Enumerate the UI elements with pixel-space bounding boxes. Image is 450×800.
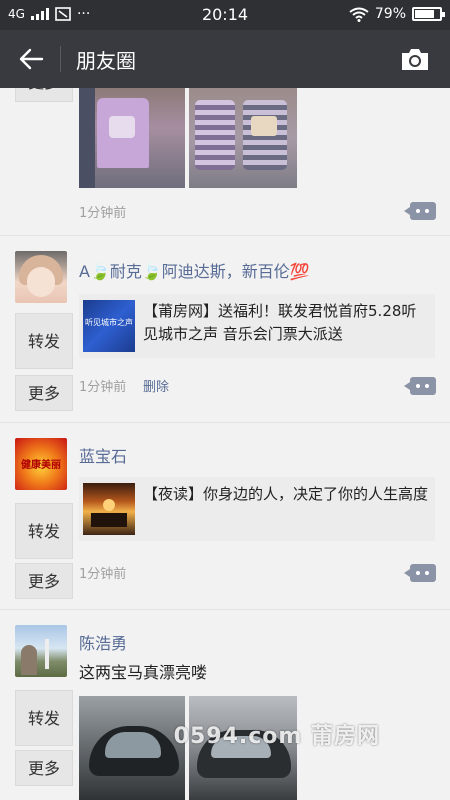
status-right: 79%	[349, 6, 445, 22]
link-thumbnail-text: 听见城市之声	[85, 318, 133, 327]
post-time: 1分钟前	[79, 380, 127, 395]
back-arrow-icon[interactable]	[18, 46, 44, 72]
avatar[interactable]	[15, 251, 67, 303]
more-button[interactable]: 更多	[15, 88, 73, 102]
link-title: 【莆房网】送福利！联发君悦首府5.28听见城市之声 音乐会门票大派送	[143, 302, 417, 343]
post-item: 陈浩勇 这两宝马真漂亮喽 转发 更多	[0, 610, 450, 800]
more-button[interactable]: 更多	[15, 375, 73, 411]
poster-name[interactable]: 蓝宝石	[79, 443, 127, 467]
post-item: 健康美丽 蓝宝石 转发 更多 【夜读】你身边的人，决定了你的人生高度 1分钟前	[0, 423, 450, 610]
battery-fill	[415, 10, 434, 18]
post-photo[interactable]	[79, 696, 185, 800]
delete-link[interactable]: 删除	[143, 376, 169, 395]
post-time: 1分钟前	[79, 567, 127, 582]
avatar[interactable]: 健康美丽	[15, 438, 67, 490]
avatar[interactable]	[15, 625, 67, 677]
more-button[interactable]: 更多	[15, 563, 73, 599]
post-item: A🍃耐克🍃阿迪达斯，新百伦💯 转发 更多 听见城市之声 【莆房网】送福利！联发君…	[0, 236, 450, 423]
post-time: 1分钟前	[79, 206, 127, 221]
forward-button[interactable]: 转发	[15, 503, 73, 559]
avatar-text: 健康美丽	[21, 460, 61, 471]
comment-button[interactable]	[404, 202, 436, 220]
link-thumbnail	[83, 483, 135, 535]
moments-feed[interactable]: 更多 1分钟前 A🍃耐克🍃阿迪达斯，新百伦💯 转发 更多 听见城市之声 【莆房网…	[0, 88, 450, 800]
status-bar: 4G ··· 20:14 79%	[0, 0, 450, 30]
shared-link-card[interactable]: 听见城市之声 【莆房网】送福利！联发君悦首府5.28听见城市之声 音乐会门票大派…	[79, 294, 435, 358]
comment-button[interactable]	[404, 564, 436, 582]
nav-header: 朋友圈	[0, 30, 450, 88]
battery-icon	[412, 7, 445, 21]
wifi-icon	[349, 7, 369, 22]
battery-percent: 79%	[374, 6, 406, 22]
more-button[interactable]: 更多	[15, 750, 73, 786]
watermark-text: 0594.com 莆房网	[173, 724, 380, 749]
link-title: 【夜读】你身边的人，决定了你的人生高度	[143, 485, 429, 503]
shared-link-card[interactable]: 【夜读】你身边的人，决定了你的人生高度	[79, 477, 435, 541]
post-photo[interactable]	[79, 88, 185, 188]
comment-button[interactable]	[404, 377, 436, 395]
forward-button[interactable]: 转发	[15, 313, 73, 369]
poster-name[interactable]: A🍃耐克🍃阿迪达斯，新百伦💯	[79, 258, 310, 282]
poster-name[interactable]: 陈浩勇	[79, 630, 127, 654]
post-text: 这两宝马真漂亮喽	[79, 663, 208, 682]
header-divider	[60, 46, 61, 72]
page-title: 朋友圈	[76, 49, 136, 73]
forward-button[interactable]: 转发	[15, 690, 73, 746]
post-photo[interactable]	[189, 88, 297, 188]
link-thumbnail: 听见城市之声	[83, 300, 135, 352]
post-item: 更多 1分钟前	[0, 88, 450, 236]
camera-icon[interactable]	[400, 46, 430, 72]
